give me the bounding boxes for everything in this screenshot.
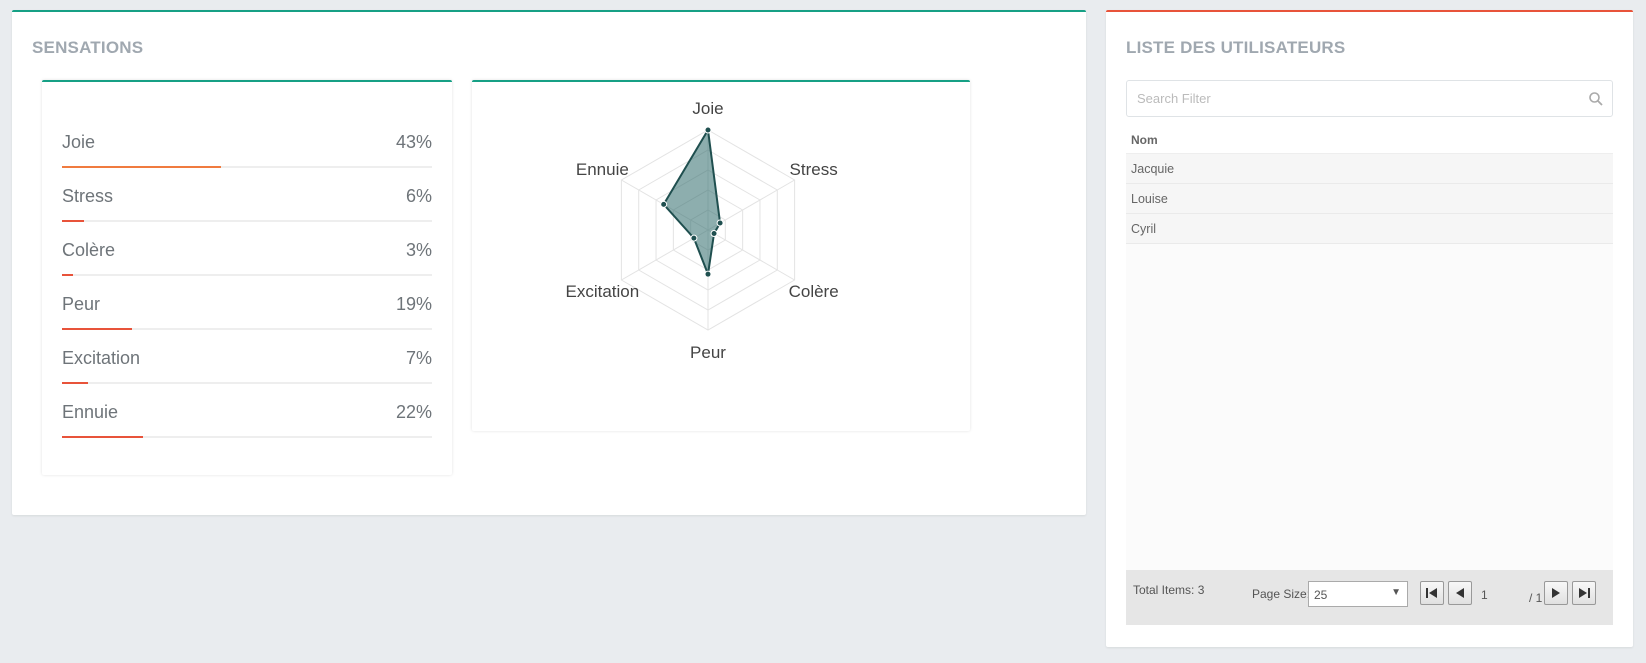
- chevron-down-icon: ▼: [1391, 587, 1401, 598]
- radar-series-area: [662, 127, 722, 279]
- next-page-icon: [1552, 588, 1560, 598]
- bar-fill: [62, 328, 133, 330]
- bar-row-ennuie: Ennuie 22%: [62, 402, 432, 456]
- grid-pager: Total Items: 3 Page Size: 25 ▼ 1 / 1: [1126, 570, 1613, 625]
- last-page-icon: [1579, 588, 1590, 598]
- page-size-select[interactable]: 25 ▼: [1308, 581, 1408, 607]
- total-items-text: Total Items: 3: [1133, 583, 1205, 597]
- bar-value: 6%: [405, 186, 432, 206]
- radar-axis-line: [707, 229, 795, 281]
- search-filter-input[interactable]: [1127, 81, 1577, 116]
- bar-label: Colère: [62, 240, 116, 260]
- bar-fill: [62, 220, 85, 222]
- page-size-value: 25: [1314, 588, 1328, 602]
- bar-row-peur: Peur 19%: [62, 294, 432, 348]
- user-name-cell: Louise: [1131, 192, 1168, 206]
- radar-data-point: [716, 219, 724, 227]
- bar-track: [62, 382, 432, 384]
- bar-value: 43%: [395, 132, 432, 152]
- bar-row-joie: Joie 43%: [62, 132, 432, 186]
- bar-label: Stress: [62, 186, 114, 206]
- radar-axis-label: Peur: [690, 343, 726, 362]
- bar-track: [62, 220, 432, 222]
- users-grid: Nom Jacquie Louise Cyril: [1126, 124, 1613, 591]
- radar-data-point: [660, 200, 668, 208]
- radar-axis-label: Excitation: [565, 282, 639, 301]
- search-icon[interactable]: [1588, 91, 1604, 107]
- first-page-button[interactable]: [1420, 581, 1444, 605]
- previous-page-icon: [1456, 588, 1464, 598]
- bar-label: Ennuie: [62, 402, 119, 422]
- bar-row-colere: Colère 3%: [62, 240, 432, 294]
- bar-fill: [62, 382, 88, 384]
- bar-value: 22%: [395, 402, 432, 422]
- bar-value: 7%: [405, 348, 432, 368]
- radar-data-point: [704, 126, 712, 134]
- bar-track: [62, 436, 432, 438]
- radar-chart-panel: Joie Stress Colère Peur Excitation Ennuie: [472, 80, 970, 431]
- bar-fill: [62, 166, 222, 168]
- radar-chart: Joie Stress Colère Peur Excitation Ennuie: [565, 99, 839, 362]
- bar-row-stress: Stress 6%: [62, 186, 432, 240]
- radar-data-point: [704, 270, 712, 278]
- bar-value: 19%: [395, 294, 432, 314]
- grid-header: Nom: [1126, 124, 1613, 154]
- bar-value: 3%: [405, 240, 432, 260]
- bar-track: [62, 274, 432, 276]
- bar-fill: [62, 274, 74, 276]
- bar-track: [62, 166, 432, 168]
- bar-label: Excitation: [62, 348, 141, 368]
- bar-label: Joie: [62, 132, 96, 152]
- table-row[interactable]: Jacquie: [1126, 154, 1613, 184]
- table-row[interactable]: Cyril: [1126, 214, 1613, 244]
- bar-row-excitation: Excitation 7%: [62, 348, 432, 402]
- last-page-button[interactable]: [1572, 581, 1596, 605]
- sensations-card: SENSATIONS Joie 43% Stress 6% Colère 3% …: [12, 10, 1086, 515]
- next-page-button[interactable]: [1544, 581, 1568, 605]
- table-row[interactable]: Louise: [1126, 184, 1613, 214]
- bar-fill: [62, 436, 144, 438]
- radar-axis-label: Joie: [692, 99, 723, 118]
- radar-axis-label: Ennuie: [576, 160, 629, 179]
- sensations-bars-panel: Joie 43% Stress 6% Colère 3% Peur 19% Ex…: [42, 80, 452, 475]
- radar-axis-label: Stress: [790, 160, 838, 179]
- page-size-label: Page Size:: [1252, 587, 1311, 601]
- search-filter-box: [1126, 80, 1613, 117]
- previous-page-button[interactable]: [1448, 581, 1472, 605]
- current-page-number[interactable]: 1: [1481, 588, 1488, 602]
- sensations-title: SENSATIONS: [32, 38, 144, 57]
- bar-track: [62, 328, 432, 330]
- total-pages-text: / 1: [1529, 591, 1543, 605]
- radar-data-point: [690, 234, 698, 242]
- user-name-cell: Cyril: [1131, 222, 1156, 236]
- bar-label: Peur: [62, 294, 101, 314]
- first-page-icon: [1426, 588, 1437, 598]
- radar-data-point: [710, 229, 718, 237]
- users-list-card: LISTE DES UTILISATEURS Nom Jacquie Louis…: [1106, 10, 1633, 647]
- radar-axis-label: Colère: [789, 282, 839, 301]
- user-name-cell: Jacquie: [1131, 162, 1175, 176]
- users-title: LISTE DES UTILISATEURS: [1126, 38, 1346, 57]
- column-header-nom[interactable]: Nom: [1131, 133, 1158, 147]
